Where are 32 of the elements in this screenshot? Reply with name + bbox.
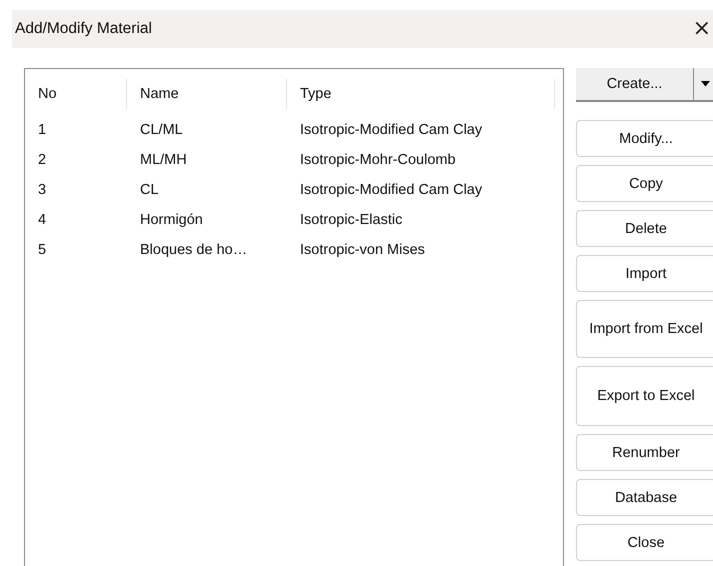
table-cell-text: Hormigón (139, 212, 204, 228)
action-button[interactable]: Export to Excel (576, 366, 713, 426)
action-button[interactable]: Import from Excel (576, 300, 713, 358)
action-button[interactable]: Modify... (576, 120, 713, 157)
table-cell-text: Bloques de ho… (139, 242, 248, 258)
table-cell-text: 5 (37, 242, 48, 258)
action-button[interactable]: Delete (576, 210, 713, 247)
table-cell-text: 3 (37, 182, 48, 198)
close-button[interactable]: × (692, 18, 713, 40)
column-header[interactable]: Type (287, 79, 555, 109)
table-cell-text: Isotropic-Modified Cam Clay (299, 182, 484, 198)
action-button[interactable]: Renumber (576, 434, 713, 471)
table-cell-text: Isotropic-Mohr-Coulomb (299, 152, 457, 168)
dropdown-button[interactable] (694, 68, 713, 102)
table-cell-text: 4 (37, 212, 48, 228)
column-header[interactable]: Name (127, 79, 287, 109)
table-cell-text: Isotropic-von Mises (299, 242, 426, 258)
column-header[interactable]: No (25, 79, 127, 109)
table-cell-text: CL/ML (139, 122, 184, 138)
action-button[interactable]: Close (576, 524, 713, 561)
action-button[interactable]: Database (576, 479, 713, 516)
table-cell-text: CL (139, 182, 160, 198)
table-cell-text: ML/MH (139, 152, 188, 168)
table-cell-text: 1 (37, 122, 48, 138)
table-cell-text: Isotropic-Modified Cam Clay (299, 122, 484, 138)
caret-icon (700, 81, 710, 87)
action-button[interactable]: Import (576, 255, 713, 292)
table-cell-text: Isotropic-Elastic (299, 212, 404, 228)
window-title: Add/Modify Material (14, 20, 152, 38)
action-button[interactable]: Copy (576, 165, 713, 202)
table-cell-text: 2 (37, 152, 48, 168)
create-button[interactable]: Create... (576, 68, 694, 102)
